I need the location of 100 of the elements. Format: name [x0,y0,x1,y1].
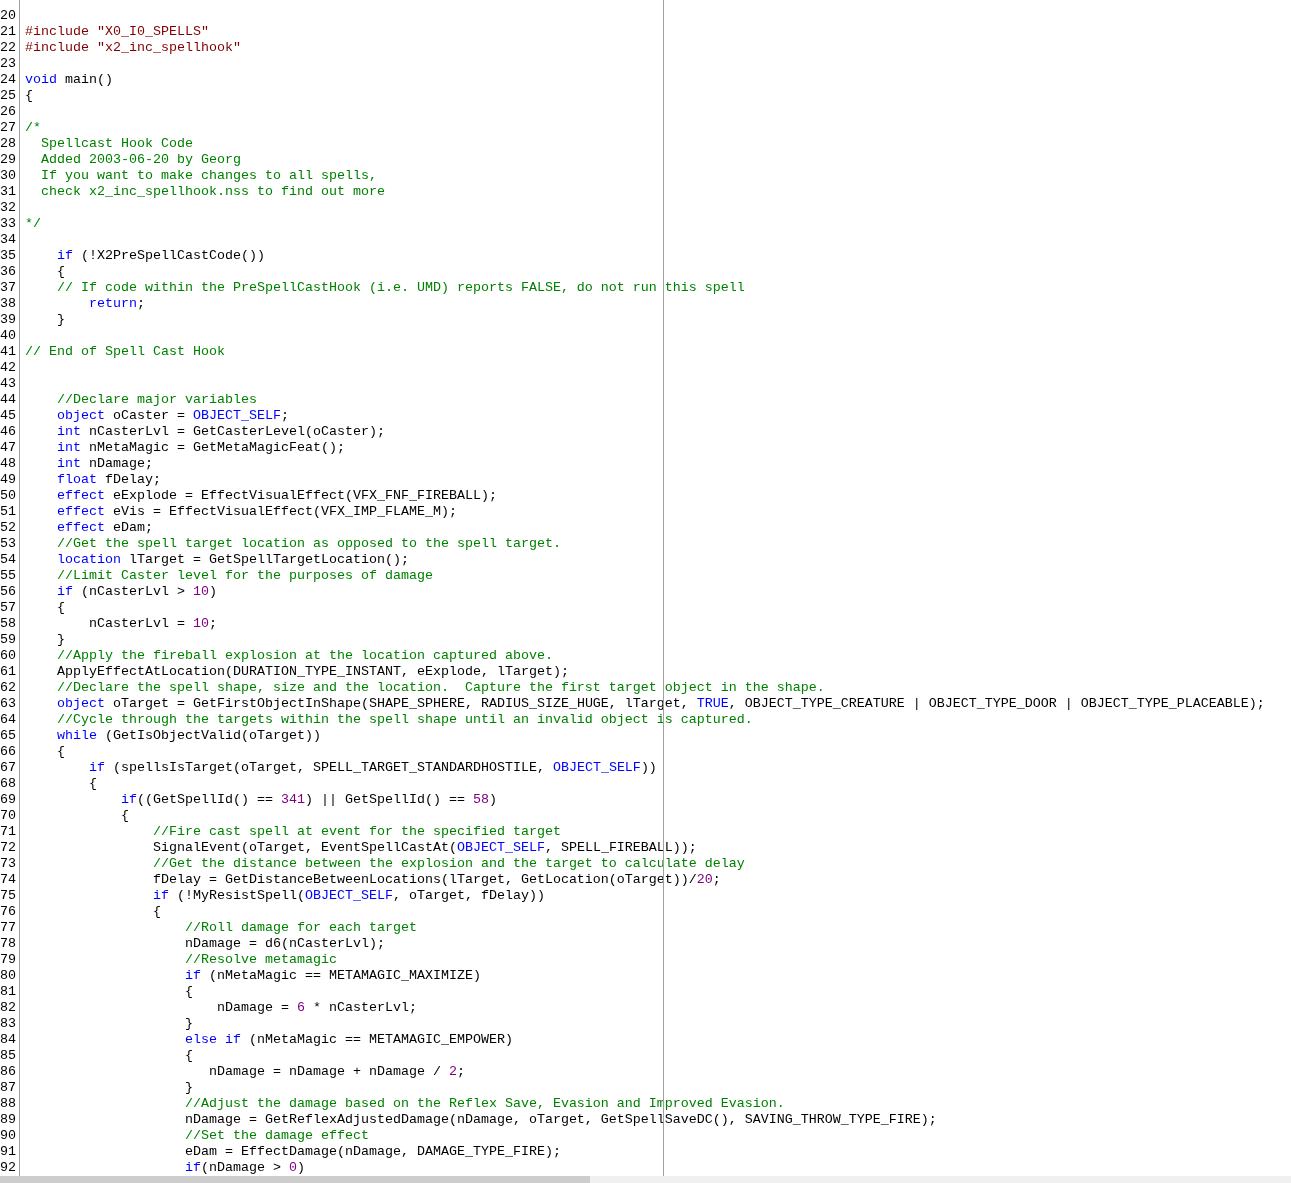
line-number: 50 [0,488,20,504]
code-line: int nMetaMagic = GetMetaMagicFeat(); [56,440,345,456]
code-line: SignalEvent(oTarget, EventSpellCastAt(OBJECT_SELF, SPELL_FIREBALL)); [151,840,697,856]
code-line: nDamage = 6 * nCasterLvl; [215,1000,417,1016]
line-number: 58 [0,616,20,632]
code-line: } [56,312,65,328]
code-line: if (nMetaMagic == METAMAGIC_MAXIMIZE) [183,968,481,984]
code-line: { [56,744,65,760]
line-number: 61 [0,664,20,680]
line-number: 22 [0,40,20,56]
line-number: 46 [0,424,20,440]
line-number: 69 [0,792,20,808]
code-line: ApplyEffectAtLocation(DURATION_TYPE_INSTANT, eExplode, lTarget); [56,664,569,680]
code-line: else if (nMetaMagic == METAMAGIC_EMPOWER) [183,1032,513,1048]
line-number: 31 [0,184,20,200]
line-number: 66 [0,744,20,760]
code-line: if (nCasterLvl > 10) [56,584,217,600]
line-number: 67 [0,760,20,776]
line-number: 68 [0,776,20,792]
code-line: } [56,632,65,648]
code-line: return; [88,296,145,312]
line-number: 75 [0,888,20,904]
code-line: check x2_inc_spellhook.nss to find out more [40,184,385,200]
line-number: 65 [0,728,20,744]
line-number: 51 [0,504,20,520]
line-number: 64 [0,712,20,728]
line-number: 85 [0,1048,20,1064]
line-number: 53 [0,536,20,552]
line-number: 25 [0,88,20,104]
line-number: 86 [0,1064,20,1080]
code-line: } [183,1016,193,1032]
code-line: //Apply the fireball explosion at the location captured above. [56,648,553,664]
line-number: 39 [0,312,20,328]
line-number: 29 [0,152,20,168]
code-line: // End of Spell Cast Hook [24,344,225,360]
code-line: while (GetIsObjectValid(oTarget)) [56,728,321,744]
code-line: { [88,776,97,792]
code-line: //Resolve metamagic [183,952,337,968]
line-number: 57 [0,600,20,616]
line-number: 42 [0,360,20,376]
code-line: if (!MyResistSpell(OBJECT_SELF, oTarget, fDelay)) [151,888,545,904]
code-line: float fDelay; [56,472,161,488]
code-line: { [24,88,33,104]
code-line: #include "x2_inc_spellhook" [24,40,241,56]
line-number: 34 [0,232,20,248]
code-line: } [183,1080,193,1096]
code-line: //Get the spell target location as opposed to the spell target. [56,536,561,552]
line-number: 32 [0,200,20,216]
code-line: if (spellsIsTarget(oTarget, SPELL_TARGET_STANDARDHOSTILE, OBJECT_SELF)) [88,760,657,776]
code-line: effect eVis = EffectVisualEffect(VFX_IMP_FLAME_M); [56,504,457,520]
code-line: //Declare the spell shape, size and the location. Capture the first target object in the shape. [56,680,825,696]
code-line: { [183,984,193,1000]
code-line: Spellcast Hook Code [40,136,193,152]
line-number: 76 [0,904,20,920]
line-number: 77 [0,920,20,936]
line-number: 73 [0,856,20,872]
line-number: 33 [0,216,20,232]
code-line: //Fire cast spell at event for the specified target [151,824,561,840]
line-number: 52 [0,520,20,536]
code-line: location lTarget = GetSpellTargetLocation(); [56,552,409,568]
line-number: 36 [0,264,20,280]
code-line: //Adjust the damage based on the Reflex Save, Evasion and Improved Evasion. [183,1096,785,1112]
code-line: if(nDamage > 0) [183,1160,305,1176]
code-line: if (!X2PreSpellCastCode()) [56,248,265,264]
code-line: { [56,600,65,616]
line-number: 23 [0,56,20,72]
horizontal-scrollbar[interactable] [0,1176,1291,1183]
line-number: 27 [0,120,20,136]
line-number: 37 [0,280,20,296]
code-line: object oCaster = OBJECT_SELF; [56,408,289,424]
line-number: 89 [0,1112,20,1128]
line-number: 79 [0,952,20,968]
line-number: 59 [0,632,20,648]
line-number: 30 [0,168,20,184]
line-number: 87 [0,1080,20,1096]
line-number: 43 [0,376,20,392]
code-line: If you want to make changes to all spells, [40,168,377,184]
line-number: 78 [0,936,20,952]
line-number: 48 [0,456,20,472]
line-number: 35 [0,248,20,264]
code-line: nDamage = GetReflexAdjustedDamage(nDamage, oTarget, GetSpellSaveDC(), SAVING_THROW_TYPE_FIRE); [183,1112,937,1128]
code-line: nCasterLvl = 10; [88,616,217,632]
code-line: /* [24,120,41,136]
line-number: 21 [0,24,20,40]
code-line: { [151,904,161,920]
code-line: //Set the damage effect [183,1128,369,1144]
scrollbar-thumb[interactable] [0,1176,590,1183]
line-number: 84 [0,1032,20,1048]
code-line: int nDamage; [56,456,153,472]
line-number: 20 [0,8,20,24]
code-line: { [119,808,129,824]
line-number: 45 [0,408,20,424]
code-line: effect eExplode = EffectVisualEffect(VFX_FNF_FIREBALL); [56,488,497,504]
line-number: 90 [0,1128,20,1144]
line-number: 38 [0,296,20,312]
line-number: 81 [0,984,20,1000]
code-line: // If code within the PreSpellCastHook (i.e. UMD) reports FALSE, do not run this spell [56,280,745,296]
line-number: 54 [0,552,20,568]
code-line: fDelay = GetDistanceBetweenLocations(lTarget, GetLocation(oTarget))/20; [151,872,721,888]
code-line: nDamage = nDamage + nDamage / 2; [207,1064,465,1080]
